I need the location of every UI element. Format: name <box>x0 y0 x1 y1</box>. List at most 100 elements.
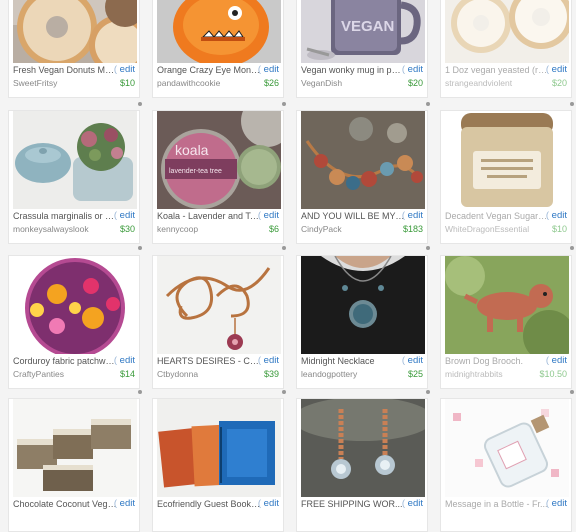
listing-price: $26 <box>263 78 279 88</box>
shop-name[interactable]: leandogpottery <box>301 369 391 380</box>
edit-link[interactable]: ( edit <box>113 64 136 76</box>
listing-card[interactable]: Orange Crazy Eye Monst... ( edit pandawi… <box>152 0 284 98</box>
svg-text:koala: koala <box>175 142 209 158</box>
listing-title[interactable]: Brown Dog Brooch. <box>445 356 549 367</box>
listing-card[interactable]: AND YOU WILL BE MY ... ( edit CindyPack … <box>296 110 428 244</box>
grid-dot <box>426 390 430 394</box>
grid-dot <box>570 102 574 106</box>
koala-tins-image: koala lavender-tea tree <box>157 111 281 209</box>
edit-link[interactable]: ( edit <box>401 355 424 367</box>
listing-thumbnail[interactable] <box>13 0 137 63</box>
listing-price: $6 <box>268 224 279 234</box>
listing-title[interactable]: Orange Crazy Eye Monst... <box>157 65 261 76</box>
listing-price: $39 <box>263 369 279 379</box>
listing-thumbnail[interactable] <box>157 256 281 354</box>
listing-thumbnail[interactable] <box>13 111 137 209</box>
listing-title[interactable]: 1 Doz vegan yeasted (rai... <box>445 65 549 76</box>
listing-card[interactable]: 1 Doz vegan yeasted (rai... ( edit stran… <box>440 0 572 98</box>
listing-title[interactable]: FREE SHIPPING WOR... <box>301 499 405 510</box>
listing-card[interactable]: Ecofriendly Guest Book ... ( edit <box>152 398 284 532</box>
listing-price: $30 <box>119 224 135 234</box>
listing-thumbnail[interactable] <box>157 399 281 497</box>
edit-link[interactable]: ( edit <box>257 210 280 222</box>
edit-link[interactable]: ( edit <box>401 210 424 222</box>
midnight-necklace-image <box>301 256 425 354</box>
shop-name[interactable]: strangeandviolent <box>445 78 535 89</box>
listing-card[interactable]: Corduroy fabric patchwo... ( edit Crafty… <box>8 255 140 389</box>
grid-dot <box>282 102 286 106</box>
listing-title[interactable]: Vegan wonky mug in pur... <box>301 65 405 76</box>
listing-thumbnail[interactable] <box>301 399 425 497</box>
listing-thumbnail[interactable] <box>301 256 425 354</box>
edit-link[interactable]: ( edit <box>545 210 568 222</box>
listing-thumbnail[interactable] <box>301 111 425 209</box>
listing-thumbnail[interactable]: koala lavender-tea tree <box>157 111 281 209</box>
listing-thumbnail[interactable] <box>445 399 569 497</box>
listing-card[interactable]: Decadent Vegan Sugar S... ( edit WhiteDr… <box>440 110 572 244</box>
listing-thumbnail[interactable] <box>157 0 281 63</box>
listing-thumbnail[interactable] <box>445 0 569 63</box>
listing-title[interactable]: Ecofriendly Guest Book ... <box>157 499 261 510</box>
listing-card[interactable]: Fresh Vegan Donuts Ma... ( edit SweetFri… <box>8 0 140 98</box>
listing-thumbnail[interactable] <box>445 111 569 209</box>
shop-name[interactable]: Ctbydonna <box>157 369 247 380</box>
succulent-pot-image <box>13 111 137 209</box>
listing-title[interactable]: Decadent Vegan Sugar S... <box>445 211 549 222</box>
listing-title[interactable]: HEARTS DESIRES - Co... <box>157 356 261 367</box>
orange-monster-image <box>157 0 281 63</box>
listing-card[interactable]: VEGAN Vegan wonky mug in pur... ( edit V… <box>296 0 428 98</box>
listing-title[interactable]: Message in a Bottle - Fr... <box>445 499 549 510</box>
listing-card[interactable]: Brown Dog Brooch. ( edit midnightrabbits… <box>440 255 572 389</box>
svg-text:lavender-tea tree: lavender-tea tree <box>169 168 222 175</box>
grid-dot <box>282 246 286 250</box>
listing-card[interactable]: Midnight Necklace ( edit leandogpottery … <box>296 255 428 389</box>
listing-thumbnail[interactable] <box>13 256 137 354</box>
listing-thumbnail[interactable] <box>13 399 137 497</box>
listing-title[interactable]: Koala - Lavender and Te... <box>157 211 261 222</box>
listing-title[interactable]: Chocolate Coconut Vega... <box>13 499 117 510</box>
edit-link[interactable]: ( edit <box>113 355 136 367</box>
grid-dot <box>138 390 142 394</box>
listing-thumbnail[interactable] <box>445 256 569 354</box>
edit-link[interactable]: ( edit <box>257 64 280 76</box>
edit-link[interactable]: ( edit <box>113 210 136 222</box>
listing-card[interactable]: Chocolate Coconut Vega... ( edit <box>8 398 140 532</box>
copper-pin-image <box>157 256 281 354</box>
shop-name[interactable]: kennycoop <box>157 224 247 235</box>
listing-card[interactable]: koala lavender-tea tree Koala - Lavender… <box>152 110 284 244</box>
edit-link[interactable]: ( edit <box>401 498 424 510</box>
grid-dot <box>570 390 574 394</box>
edit-link[interactable]: ( edit <box>113 498 136 510</box>
message-bottle-image <box>445 399 569 497</box>
edit-link[interactable]: ( edit <box>257 498 280 510</box>
edit-link[interactable]: ( edit <box>257 355 280 367</box>
edit-link[interactable]: ( edit <box>545 355 568 367</box>
listing-price: $20 <box>407 78 423 88</box>
edit-link[interactable]: ( edit <box>545 64 568 76</box>
shop-name[interactable]: midnightrabbits <box>445 369 535 380</box>
shop-name[interactable]: WhiteDragonEssential <box>445 224 535 235</box>
edit-link[interactable]: ( edit <box>545 498 568 510</box>
dog-brooch-image <box>445 256 569 354</box>
shop-name[interactable]: SweetFritsy <box>13 78 103 89</box>
grid-dot <box>138 246 142 250</box>
listing-title[interactable]: AND YOU WILL BE MY ... <box>301 211 405 222</box>
vegan-mug-image: VEGAN <box>301 0 425 63</box>
yeasted-donuts-image <box>445 0 569 63</box>
edit-link[interactable]: ( edit <box>401 64 424 76</box>
listing-card[interactable]: FREE SHIPPING WOR... ( edit <box>296 398 428 532</box>
listing-title[interactable]: Corduroy fabric patchwo... <box>13 356 117 367</box>
listing-title[interactable]: Crassula marginalis or Ca... <box>13 211 117 222</box>
shop-name[interactable]: monkeysalwayslook <box>13 224 103 235</box>
shop-name[interactable]: pandawithcookie <box>157 78 247 89</box>
shop-name[interactable]: CraftyPanties <box>13 369 103 380</box>
listing-title[interactable]: Midnight Necklace <box>301 356 405 367</box>
shop-name[interactable]: VeganDish <box>301 78 391 89</box>
chain-earrings-image <box>301 399 425 497</box>
listing-card[interactable]: HEARTS DESIRES - Co... ( edit Ctbydonna … <box>152 255 284 389</box>
listing-title[interactable]: Fresh Vegan Donuts Ma... <box>13 65 117 76</box>
listing-card[interactable]: Crassula marginalis or Ca... ( edit monk… <box>8 110 140 244</box>
listing-thumbnail[interactable]: VEGAN <box>301 0 425 63</box>
shop-name[interactable]: CindyPack <box>301 224 391 235</box>
listing-card[interactable]: Message in a Bottle - Fr... ( edit <box>440 398 572 532</box>
